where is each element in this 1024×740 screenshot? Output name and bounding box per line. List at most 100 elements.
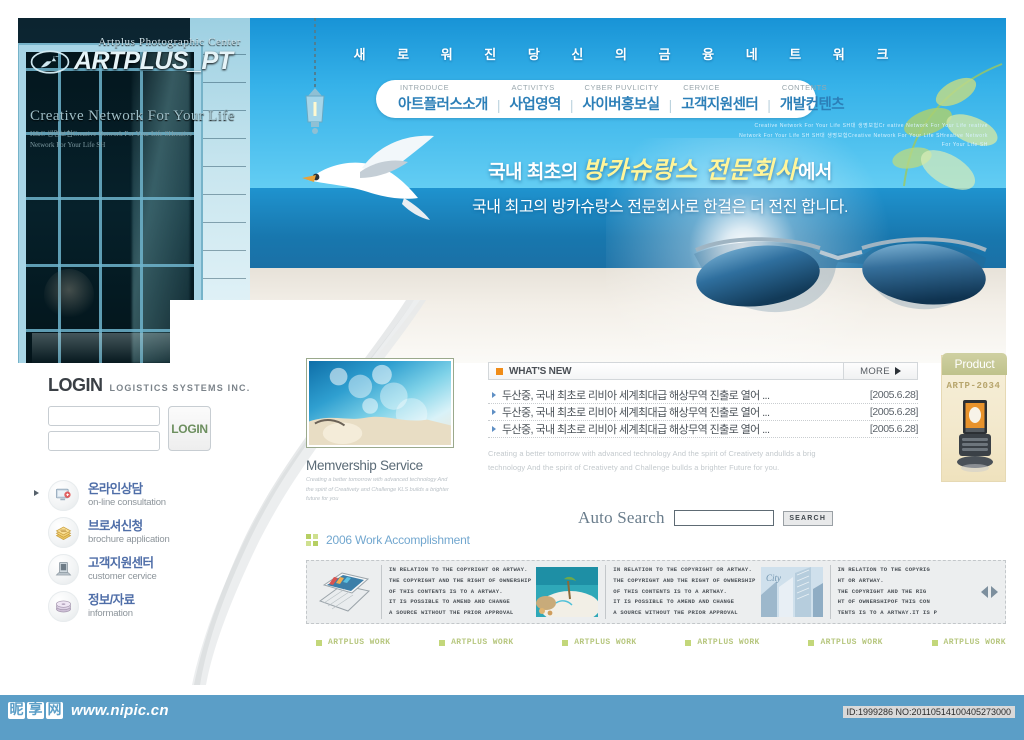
footer-brand: 昵 享 网 www.nipic.cn [8,702,169,719]
auto-search-button[interactable]: SEARCH [782,510,833,526]
work-link[interactable]: ARTPLUS WORK [316,638,390,647]
window-mullion [26,329,194,332]
news-item-title: 두산중, 국내 최초로 리비아 세계최대급 해상무역 진출로 열어 ... [502,424,770,436]
nav-item-ko-label: 고객지원센터 [681,97,759,113]
quick-menu-text: 브로셔신청 brochure application [88,519,170,546]
laptop-image [318,572,371,612]
bullet-arrow-icon [492,392,496,398]
square-bullet-icon [562,639,569,646]
work-links-row: ARTPLUS WORK ARTPLUS WORK ARTPLUS WORK A… [316,638,1006,647]
news-item[interactable]: 두산중, 국내 최초로 리비아 세계최대급 해상무역 진출로 열어 ... [2… [488,421,918,438]
whats-new-title: WHAT'S NEW [509,365,572,377]
news-item[interactable]: 두산중, 국내 최초로 리비아 세계최대급 해상무역 진출로 열어 ... [2… [488,404,918,421]
hero-copy: 국내 최초의 방카슈랑스 전문회사에서 국내 최고의 방카슈랑스 전문회사로 한… [380,150,940,217]
auto-search-input[interactable] [673,510,774,526]
whats-new-title-group: WHAT'S NEW [489,366,843,377]
bullet-arrow-icon [492,426,496,432]
nav-item-cervice[interactable]: CERVICE 고객지원센터 [673,83,766,114]
work-link-label: ARTPLUS WORK [943,638,1006,647]
orange-square-icon [496,367,503,375]
footer-url: www.nipic.cn [71,702,169,719]
news-item-date: [2005.6.28] [869,423,919,435]
whats-new-more-button[interactable]: MORE [843,363,917,379]
square-bullet-icon [439,639,446,646]
left-hero-photo: Artplus Photographic Center ARTPLUS_PT C… [18,18,250,363]
square-bullet-icon [316,639,322,646]
hero-subheadline: 국내 최고의 방카슈랑스 전문회사로 한걸은 더 전진 합니다. [471,199,849,216]
nav-item-ko-label: 개발컨텐츠 [779,97,845,113]
work-link[interactable]: ARTPLUS WORK [562,638,636,647]
product-tab-label: Product [954,357,995,371]
logo-char: 昵 [8,702,25,719]
hero-headline: 국내 최초의 방카슈랑스 전문회사에서 [380,150,940,185]
square-bullet-icon [685,639,692,646]
nav-item-ko-label: 사이버홍보실 [582,97,661,113]
four-squares-icon [306,534,318,546]
work-link[interactable]: ARTPLUS WORK [931,638,1006,647]
login-id-input[interactable] [48,406,160,426]
work-link-label: ARTPLUS WORK [697,638,760,647]
site-canvas: Artplus Photographic Center ARTPLUS_PT C… [0,0,1024,695]
work-link[interactable]: ARTPLUS WORK [685,638,759,647]
membership-card[interactable]: Memvership Service Creating a better tom… [306,358,458,505]
carousel-item[interactable]: IN RELATION TO THE COPYRIGHT OR ARTWAY. … [307,561,531,623]
nav-item-cyber-puvlicity[interactable]: CYBER PUVLICITY 사이버홍보실 [575,83,668,114]
quick-menu-ko-label: 온라인상담 [88,482,143,497]
brand-tagline: Creative Network For Your Life [30,108,235,124]
nav-item-en-label: ACTIVITYS [511,83,555,92]
nav-item-contents[interactable]: CONTENTS 개발컨텐츠 [772,83,852,114]
carousel-item-text: IN RELATION TO THE COPYRIG HT OR ARTWAY.… [829,564,938,620]
quick-menu-ko-label: 브로셔신청 [88,519,143,534]
membership-description: Creating a better tomorrow with advanced… [306,477,449,503]
login-password-input[interactable] [48,431,160,451]
carousel-next-button[interactable] [991,586,998,598]
svg-text:City: City [766,573,781,583]
login-form: LOGIN [18,406,268,451]
carousel-controls [981,586,1005,598]
carousel-item[interactable]: IN RELATION TO THE COPYRIGHT OR ARTWAY. … [531,561,755,623]
hero-headline-pre: 국내 최초의 [488,162,583,183]
carousel-prev-button[interactable] [981,586,988,598]
work-link-label: ARTPLUS WORK [328,638,391,647]
product-panel[interactable]: Product ARTP-2034 [941,353,1007,482]
quick-menu-item-online-consultation[interactable]: 온라인상담 on-line consultation [34,477,268,514]
quick-menu-ko-label: 정보/자료 [88,593,135,608]
news-item-date: [2005.6.28] [869,389,919,401]
work-link[interactable]: ARTPLUS WORK [808,638,882,647]
login-button[interactable]: LOGIN [168,406,211,451]
logo-char: 网 [46,702,63,719]
site-footer: 昵 享 网 www.nipic.cn ID:1999286 NO:2011051… [0,695,1024,740]
quick-menu-item-information[interactable]: 정보/자료 information [48,588,268,625]
product-code: ARTP-2034 [946,381,1001,391]
hero-banner: 새 로 워 진 당 신 의 금 융 네 트 워 크 INTRODUCE 아트플러… [250,18,1006,363]
main-navigation[interactable]: INTRODUCE 아트플러스소개 | ACTIVITYS 사업영역 | CYB… [376,80,845,118]
work-link[interactable]: ARTPLUS WORK [439,638,513,647]
brand-row: ARTPLUS_PT [30,47,245,76]
nav-item-activitys[interactable]: ACTIVITYS 사업영역 [502,83,569,114]
nav-item-ko-label: 아트플러스소개 [398,97,488,113]
window-mullion [26,197,194,200]
carousel-item-text: IN RELATION TO THE COPYRIGHT OR ARTWAY. … [605,564,755,620]
whats-new-list: 두산중, 국내 최초로 리비아 세계최대급 해상무역 진출로 열어 ... [2… [488,387,918,438]
work-link-label: ARTPLUS WORK [451,638,514,647]
login-fields [48,406,160,451]
nav-item-introduce[interactable]: INTRODUCE 아트플러스소개 [390,83,496,114]
quick-menu: 온라인상담 on-line consultation 브로셔신청 brochur… [18,477,268,625]
square-bullet-icon [808,639,815,646]
hero-micro-text: Creative Network For Your Life SH대 생명보험C… [739,123,988,148]
table-decor [32,333,182,363]
whats-new-header: WHAT'S NEW MORE [488,362,918,380]
quick-menu-item-customer-cervice[interactable]: 고객지원센터 customer cervice [48,551,268,588]
news-item[interactable]: 두산중, 국내 최초로 리비아 세계최대급 해상무역 진출로 열어 ... [2… [488,387,918,404]
carousel-item[interactable]: City IN RELATION TO THE COPYRIG HT OR AR… [756,561,938,623]
nipic-logo-icon: 昵 享 网 [8,702,63,719]
quick-menu-text: 정보/자료 information [88,593,135,620]
login-heading: LOGIN LOGISTICS SYSTEMS INC. [18,375,268,396]
laptop-icon [48,554,79,585]
page-root: Artplus Photographic Center ARTPLUS_PT C… [0,0,1024,740]
book-icon [48,517,79,548]
footer-id-badge: ID:1999286 NO:20110514100405273000 [842,706,1015,718]
work-section-title: 2006 Work Accomplishment [326,533,470,547]
quick-menu-item-brochure-application[interactable]: 브로셔신청 brochure application [48,514,268,551]
hero-headline-accent: 방카슈랑스 전문회사 [582,157,798,184]
